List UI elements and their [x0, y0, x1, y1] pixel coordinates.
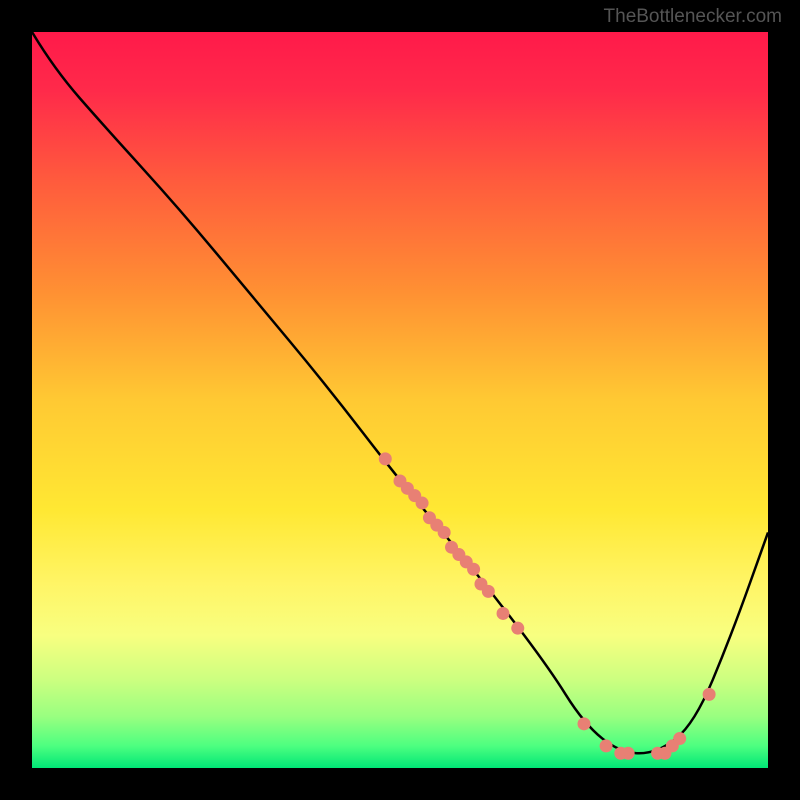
- data-point: [673, 732, 686, 745]
- data-point: [379, 452, 392, 465]
- data-point: [600, 739, 613, 752]
- data-point: [511, 622, 524, 635]
- plot-area: [32, 32, 768, 768]
- data-point: [703, 688, 716, 701]
- data-point: [482, 585, 495, 598]
- data-point: [578, 717, 591, 730]
- bottleneck-curve: [32, 32, 768, 753]
- data-point: [467, 563, 480, 576]
- data-point: [622, 747, 635, 760]
- data-point: [416, 497, 429, 510]
- data-point: [438, 526, 451, 539]
- scatter-dots: [379, 452, 716, 759]
- watermark-text: TheBottlenecker.com: [604, 6, 782, 28]
- data-point: [497, 607, 510, 620]
- bottleneck-curve-svg: [32, 32, 768, 768]
